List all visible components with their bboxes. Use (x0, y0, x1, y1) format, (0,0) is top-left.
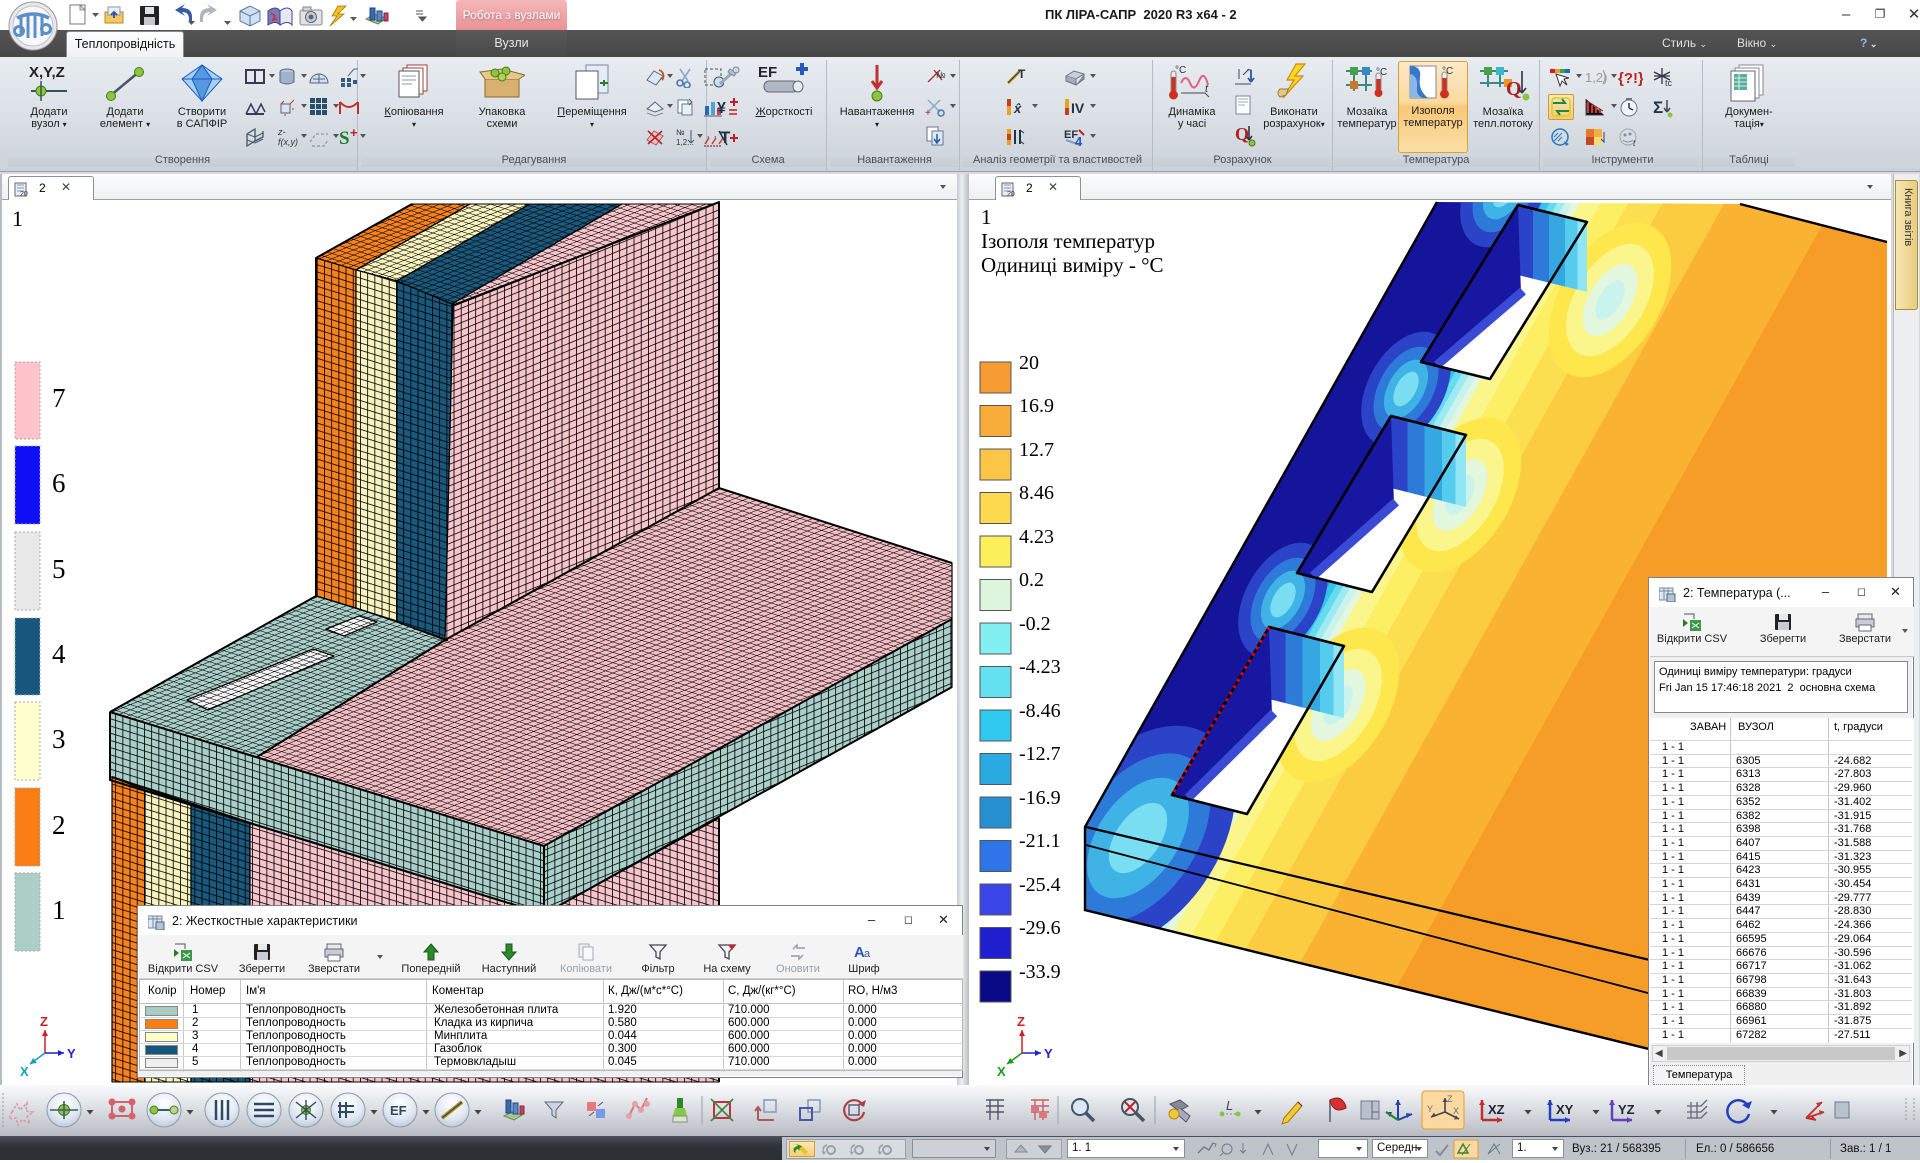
svg-text:20: 20 (1019, 352, 1039, 374)
svg-text:-29.6: -29.6 (1019, 917, 1061, 939)
svg-text:20: 20 (1007, 191, 1015, 197)
svg-text:1: 1 (12, 206, 23, 231)
svg-text:°C: °C (1175, 65, 1186, 76)
svg-text:Y: Y (67, 1046, 76, 1061)
svg-text:X: X (1453, 1106, 1459, 1116)
svg-text:tc: tc (1665, 78, 1673, 88)
svg-text:1: 1 (981, 205, 992, 229)
svg-text:Y: Y (1427, 1104, 1433, 1114)
svg-text:а: а (864, 948, 871, 960)
svg-text:Z: Z (1017, 1014, 1025, 1029)
svg-text:8.46: 8.46 (1019, 482, 1054, 504)
svg-text:X,Y,Z: X,Y,Z (29, 64, 65, 81)
svg-text:z-: z- (277, 127, 286, 137)
svg-text:-8.46: -8.46 (1019, 700, 1061, 722)
svg-text:№: № (936, 70, 946, 80)
svg-text:¥: ¥ (717, 100, 726, 117)
svg-text:-21.1: -21.1 (1019, 830, 1061, 852)
svg-text:Y: Y (1044, 1046, 1053, 1061)
svg-text:+: + (350, 126, 358, 140)
svg-text:X: X (997, 1064, 1006, 1079)
svg-text:12.7: 12.7 (1019, 439, 1054, 461)
svg-text:EF: EF (758, 64, 777, 81)
svg-text:Σ: Σ (1653, 98, 1663, 117)
svg-text:S: S (339, 128, 350, 148)
svg-text:5: 5 (52, 554, 66, 584)
svg-text:4.23: 4.23 (1019, 526, 1054, 548)
svg-text:Q: Q (1235, 124, 1249, 144)
svg-text:XY: XY (1556, 1102, 1574, 1117)
svg-text:4: 4 (1075, 134, 1083, 148)
svg-text:x̂: x̂ (1013, 101, 1022, 116)
svg-text:XZ: XZ (1488, 1102, 1505, 1117)
svg-text:Одиниці виміру - °C: Одиниці виміру - °C (981, 253, 1164, 277)
svg-text:0.2: 0.2 (1019, 569, 1044, 591)
svg-text:-12.7: -12.7 (1019, 743, 1061, 765)
svg-text:16.9: 16.9 (1019, 395, 1054, 417)
svg-text:4: 4 (52, 639, 66, 669)
svg-text:20: 20 (20, 191, 28, 197)
svg-text:+: + (925, 108, 931, 118)
svg-text:{?!}: {?!} (1618, 70, 1643, 87)
svg-text:Ізополя температур: Ізополя температур (981, 229, 1155, 253)
svg-text:-33.9: -33.9 (1019, 961, 1061, 983)
svg-text:-25.4: -25.4 (1019, 874, 1061, 896)
svg-text:-16.9: -16.9 (1019, 787, 1061, 809)
svg-text:X: X (20, 1064, 29, 1079)
svg-text:№: № (676, 128, 685, 137)
svg-text:Z: Z (40, 1014, 48, 1029)
svg-text:EF: EF (390, 1103, 407, 1118)
svg-text:YZ: YZ (1618, 1102, 1635, 1117)
svg-text:1: 1 (52, 895, 66, 925)
svg-text:-4.23: -4.23 (1019, 656, 1061, 678)
svg-text:-0.2: -0.2 (1019, 613, 1051, 635)
svg-text:f(x,y): f(x,y) (278, 137, 298, 147)
svg-text:6: 6 (52, 468, 66, 498)
svg-text:7: 7 (52, 383, 66, 413)
svg-text:2: 2 (52, 810, 66, 840)
svg-text:Z: Z (1447, 1094, 1453, 1104)
svg-text:L: L (1226, 1098, 1233, 1113)
svg-text:3: 3 (52, 724, 66, 754)
svg-text:T: T (1018, 67, 1026, 81)
svg-text:IV: IV (1071, 100, 1085, 116)
svg-text:T: T (720, 128, 731, 147)
